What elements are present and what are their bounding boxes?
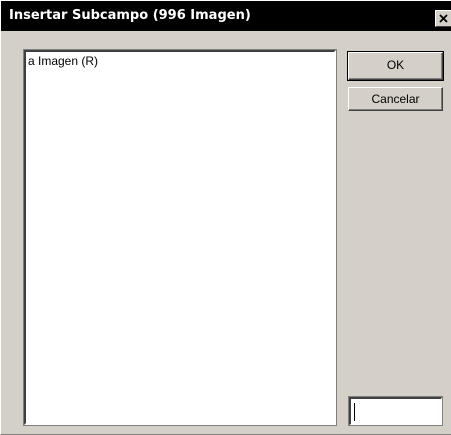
close-icon: [439, 14, 448, 23]
ok-button[interactable]: OK: [347, 51, 444, 81]
filter-input[interactable]: [348, 396, 443, 426]
title-bar: Insertar Subcampo (996 Imagen): [1, 1, 451, 31]
list-item[interactable]: a Imagen (R): [28, 54, 98, 68]
cancel-button[interactable]: Cancelar: [348, 87, 443, 111]
dialog-title: Insertar Subcampo (996 Imagen): [9, 8, 251, 23]
subfield-list[interactable]: a Imagen (R): [23, 49, 337, 426]
text-caret: [354, 403, 355, 421]
dialog-window: Insertar Subcampo (996 Imagen) a Imagen …: [0, 0, 451, 435]
close-button[interactable]: [435, 10, 451, 27]
